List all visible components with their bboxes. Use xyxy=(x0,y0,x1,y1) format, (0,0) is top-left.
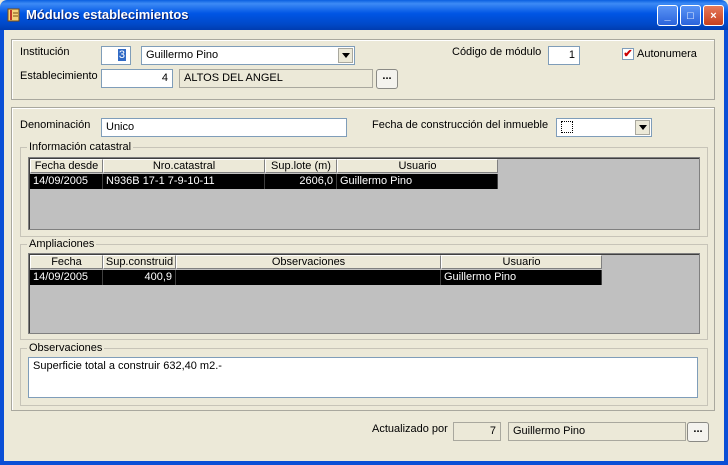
establecimiento-code-field[interactable]: 4 xyxy=(101,69,173,88)
minimize-icon: _ xyxy=(664,9,671,22)
institucion-code-value: 3 xyxy=(117,49,126,61)
catastral-grid[interactable]: Fecha desde Nro.catastral Sup.lote (m) U… xyxy=(28,157,700,230)
cell-nro-catastral: N936B 17-1 7-9-10-11 xyxy=(103,174,265,189)
actualizado-code-field: 7 xyxy=(453,422,501,441)
chevron-down-icon[interactable] xyxy=(338,48,353,63)
autonumera-checkbox[interactable]: ✔ xyxy=(622,48,634,60)
ellipsis-icon: ... xyxy=(382,70,392,82)
codigo-modulo-value: 1 xyxy=(568,49,575,61)
institucion-select[interactable]: Guillermo Pino xyxy=(141,46,355,65)
establecimiento-label: Establecimiento xyxy=(20,70,98,82)
cell-usuario: Guillermo Pino xyxy=(337,174,498,189)
col-sup-lote[interactable]: Sup.lote (m) xyxy=(265,159,337,173)
col-nro-catastral[interactable]: Nro.catastral xyxy=(103,159,265,173)
observaciones-textarea[interactable]: Superficie total a construir 632,40 m2.- xyxy=(28,357,698,398)
checkmark-icon: ✔ xyxy=(623,48,633,60)
cell-fecha: 14/09/2005 xyxy=(30,270,103,285)
denominacion-label: Denominación xyxy=(20,119,91,131)
actualizado-code: 7 xyxy=(489,425,496,437)
cell-fecha-desde: 14/09/2005 xyxy=(30,174,103,189)
observaciones-text: Superficie total a construir 632,40 m2.- xyxy=(33,360,222,372)
establecimiento-name: ALTOS DEL ANGEL xyxy=(184,72,283,84)
actualizado-label: Actualizado por xyxy=(372,423,448,435)
fecha-construccion-label: Fecha de construcción del inmueble xyxy=(372,119,549,131)
codigo-modulo-label: Código de módulo xyxy=(452,46,542,58)
chevron-down-icon[interactable] xyxy=(635,120,650,135)
observaciones-title: Observaciones xyxy=(27,342,105,354)
cell-observaciones xyxy=(176,270,441,285)
col-usuario[interactable]: Usuario xyxy=(441,255,602,269)
establecimiento-name-field: ALTOS DEL ANGEL xyxy=(179,69,373,88)
establecimiento-lookup-button[interactable]: ... xyxy=(376,69,398,89)
catastral-header: Fecha desde Nro.catastral Sup.lote (m) U… xyxy=(30,159,498,173)
actualizado-lookup-button[interactable]: ... xyxy=(687,422,709,442)
table-row[interactable]: 14/09/2005 N936B 17-1 7-9-10-11 2606,0 G… xyxy=(30,174,498,189)
cell-sup-lote: 2606,0 xyxy=(265,174,337,189)
cell-usuario: Guillermo Pino xyxy=(441,270,602,285)
col-observaciones[interactable]: Observaciones xyxy=(176,255,441,269)
app-book-icon xyxy=(7,8,20,22)
denominacion-value: Unico xyxy=(106,121,135,133)
date-checkbox-icon[interactable] xyxy=(561,121,573,134)
actualizado-name-field: Guillermo Pino xyxy=(508,422,686,441)
autonumera-label: Autonumera xyxy=(637,48,697,60)
minimize-button[interactable]: _ xyxy=(657,5,678,26)
title-bar[interactable]: Módulos establecimientos _ □ × xyxy=(0,0,728,30)
institucion-name: Guillermo Pino xyxy=(146,49,219,61)
close-button[interactable]: × xyxy=(703,5,724,26)
maximize-button[interactable]: □ xyxy=(680,5,701,26)
maximize-icon: □ xyxy=(687,9,694,22)
table-row[interactable]: 14/09/2005 400,9 Guillermo Pino xyxy=(30,270,602,285)
ampliaciones-title: Ampliaciones xyxy=(27,238,97,250)
col-fecha-desde[interactable]: Fecha desde xyxy=(30,159,103,173)
actualizado-name: Guillermo Pino xyxy=(513,425,586,437)
cell-sup-construid: 400,9 xyxy=(103,270,176,285)
denominacion-field[interactable]: Unico xyxy=(101,118,347,137)
institucion-code-field[interactable]: 3 xyxy=(101,46,131,65)
close-icon: × xyxy=(710,9,717,22)
establecimiento-code-value: 4 xyxy=(161,72,168,84)
ellipsis-icon: ... xyxy=(693,423,703,435)
window-title: Módulos establecimientos xyxy=(26,7,189,22)
col-usuario[interactable]: Usuario xyxy=(337,159,498,173)
ampliaciones-header: Fecha Sup.construid Observaciones Usuari… xyxy=(30,255,602,269)
codigo-modulo-field[interactable]: 1 xyxy=(548,46,580,65)
col-fecha[interactable]: Fecha xyxy=(30,255,103,269)
col-sup-construid[interactable]: Sup.construid xyxy=(103,255,176,269)
fecha-construccion-picker[interactable] xyxy=(556,118,652,137)
catastral-title: Información catastral xyxy=(27,141,134,153)
institucion-label: Institución xyxy=(20,46,70,58)
ampliaciones-grid[interactable]: Fecha Sup.construid Observaciones Usuari… xyxy=(28,253,700,334)
